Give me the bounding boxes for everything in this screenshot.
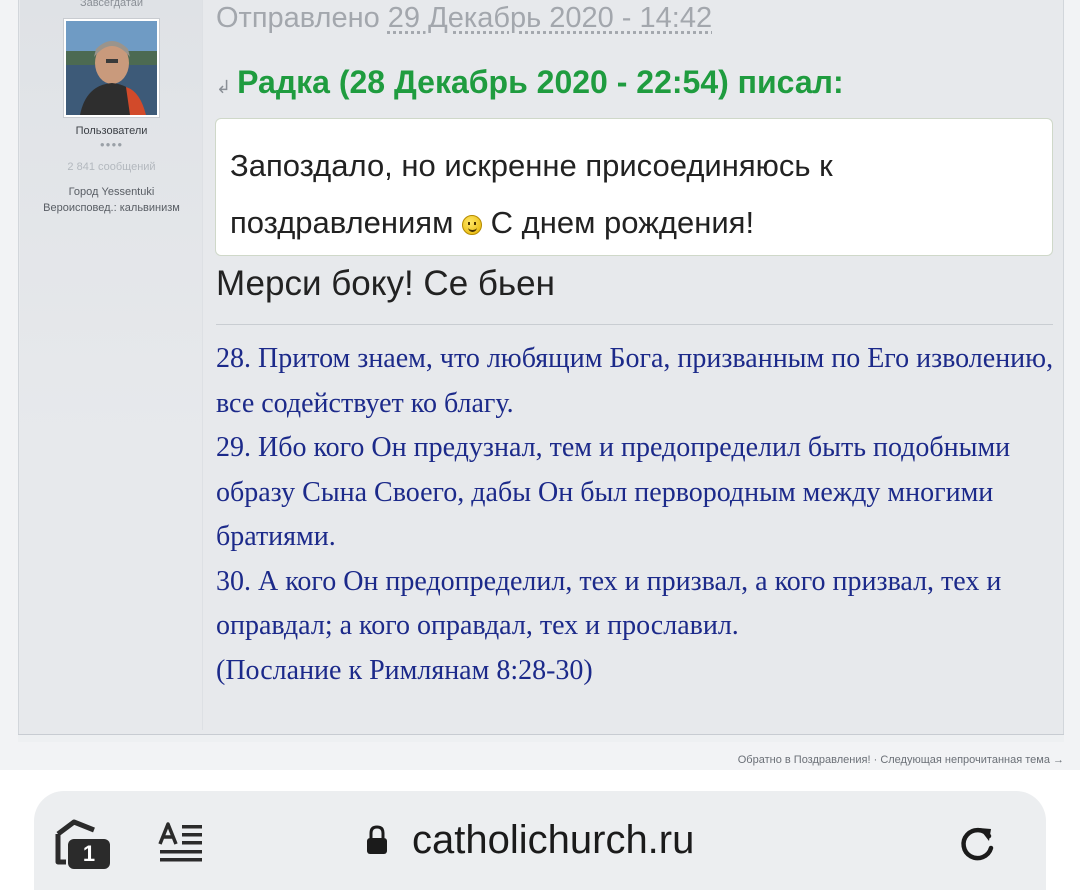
post-sent-label: Отправлено [216, 2, 380, 34]
quote-line-2: поздравлениям С днем рождения! [230, 194, 1038, 251]
nav-separator: · [873, 754, 878, 766]
back-to-forum-link[interactable]: Обратно в Поздравления! [738, 754, 871, 766]
browser-toolbar: 1 catholichurch.ru [0, 770, 1080, 890]
author-city: Город Yessentuki [20, 186, 203, 198]
author-rank: Завсегдатай [79, 0, 144, 9]
quote-snapback-icon[interactable]: ↲ [216, 77, 231, 98]
tabs-button[interactable]: 1 [54, 818, 112, 870]
reader-mode-icon [158, 822, 202, 862]
author-city-label: Город [68, 186, 99, 198]
author-city-value: Yessentuki [101, 186, 155, 198]
author-faith: Вероисповед.: кальвинизм [20, 202, 203, 214]
quote-line-1: Запоздало, но искренне присоединяюсь к [230, 148, 833, 183]
quote-line-2-end: С днем рождения! [490, 205, 755, 240]
signature-verse-30: 30. А кого Он предопределил, тех и призв… [216, 565, 1002, 642]
post-date: Отправлено 29 Декабрь 2020 - 14:42 [216, 2, 712, 35]
quote-author: Радка (28 Декабрь 2020 - 22:54) писал: [237, 64, 844, 100]
tab-count-badge: 1 [68, 839, 110, 869]
quote-header: ↲ Радка (28 Декабрь 2020 - 22:54) писал: [216, 64, 844, 101]
signature-verse-29: 29. Ибо кого Он предузнал, тем и предопр… [216, 432, 1011, 552]
signature: 28. Притом знаем, что любящим Бога, приз… [216, 337, 1056, 693]
reload-button[interactable] [955, 822, 999, 866]
smiley-icon [462, 215, 483, 235]
lock-icon [367, 825, 387, 854]
post-date-link[interactable]: 29 Декабрь 2020 - 14:42 [388, 2, 712, 34]
url-text[interactable]: catholichurch.ru [412, 818, 694, 863]
next-unread-topic-link[interactable]: Следующая непрочитанная тема → [880, 754, 1064, 766]
post-footer-bar [18, 734, 1064, 742]
avatar-photo [66, 21, 157, 115]
signature-divider [216, 324, 1053, 325]
author-faith-value: кальвинизм [119, 202, 180, 214]
signature-verse-28: 28. Притом знаем, что любящим Бога, приз… [216, 343, 1054, 419]
reader-mode-button[interactable] [158, 822, 206, 864]
author-info-column: Завсегдатай Пользователи ●●●● 2 841 сооб… [20, 0, 203, 730]
author-faith-label: Вероисповед.: [43, 202, 117, 214]
quote-line-2-start: поздравлениям [230, 205, 454, 240]
topic-navigation: Обратно в Поздравления! · Следующая непр… [738, 754, 1064, 766]
author-group: Пользователи [75, 125, 148, 137]
author-post-count: 2 841 сообщений [67, 161, 156, 173]
reload-icon [961, 827, 994, 861]
author-rank-pips: ●●●● [99, 140, 124, 149]
signature-reference: (Послание к Римлянам 8:28-30) [216, 654, 593, 686]
post-reply-text: Мерси боку! Се бьен [216, 264, 555, 303]
quote-block: Запоздало, но искренне присоединяюсь к п… [215, 118, 1053, 256]
avatar[interactable] [63, 18, 160, 118]
